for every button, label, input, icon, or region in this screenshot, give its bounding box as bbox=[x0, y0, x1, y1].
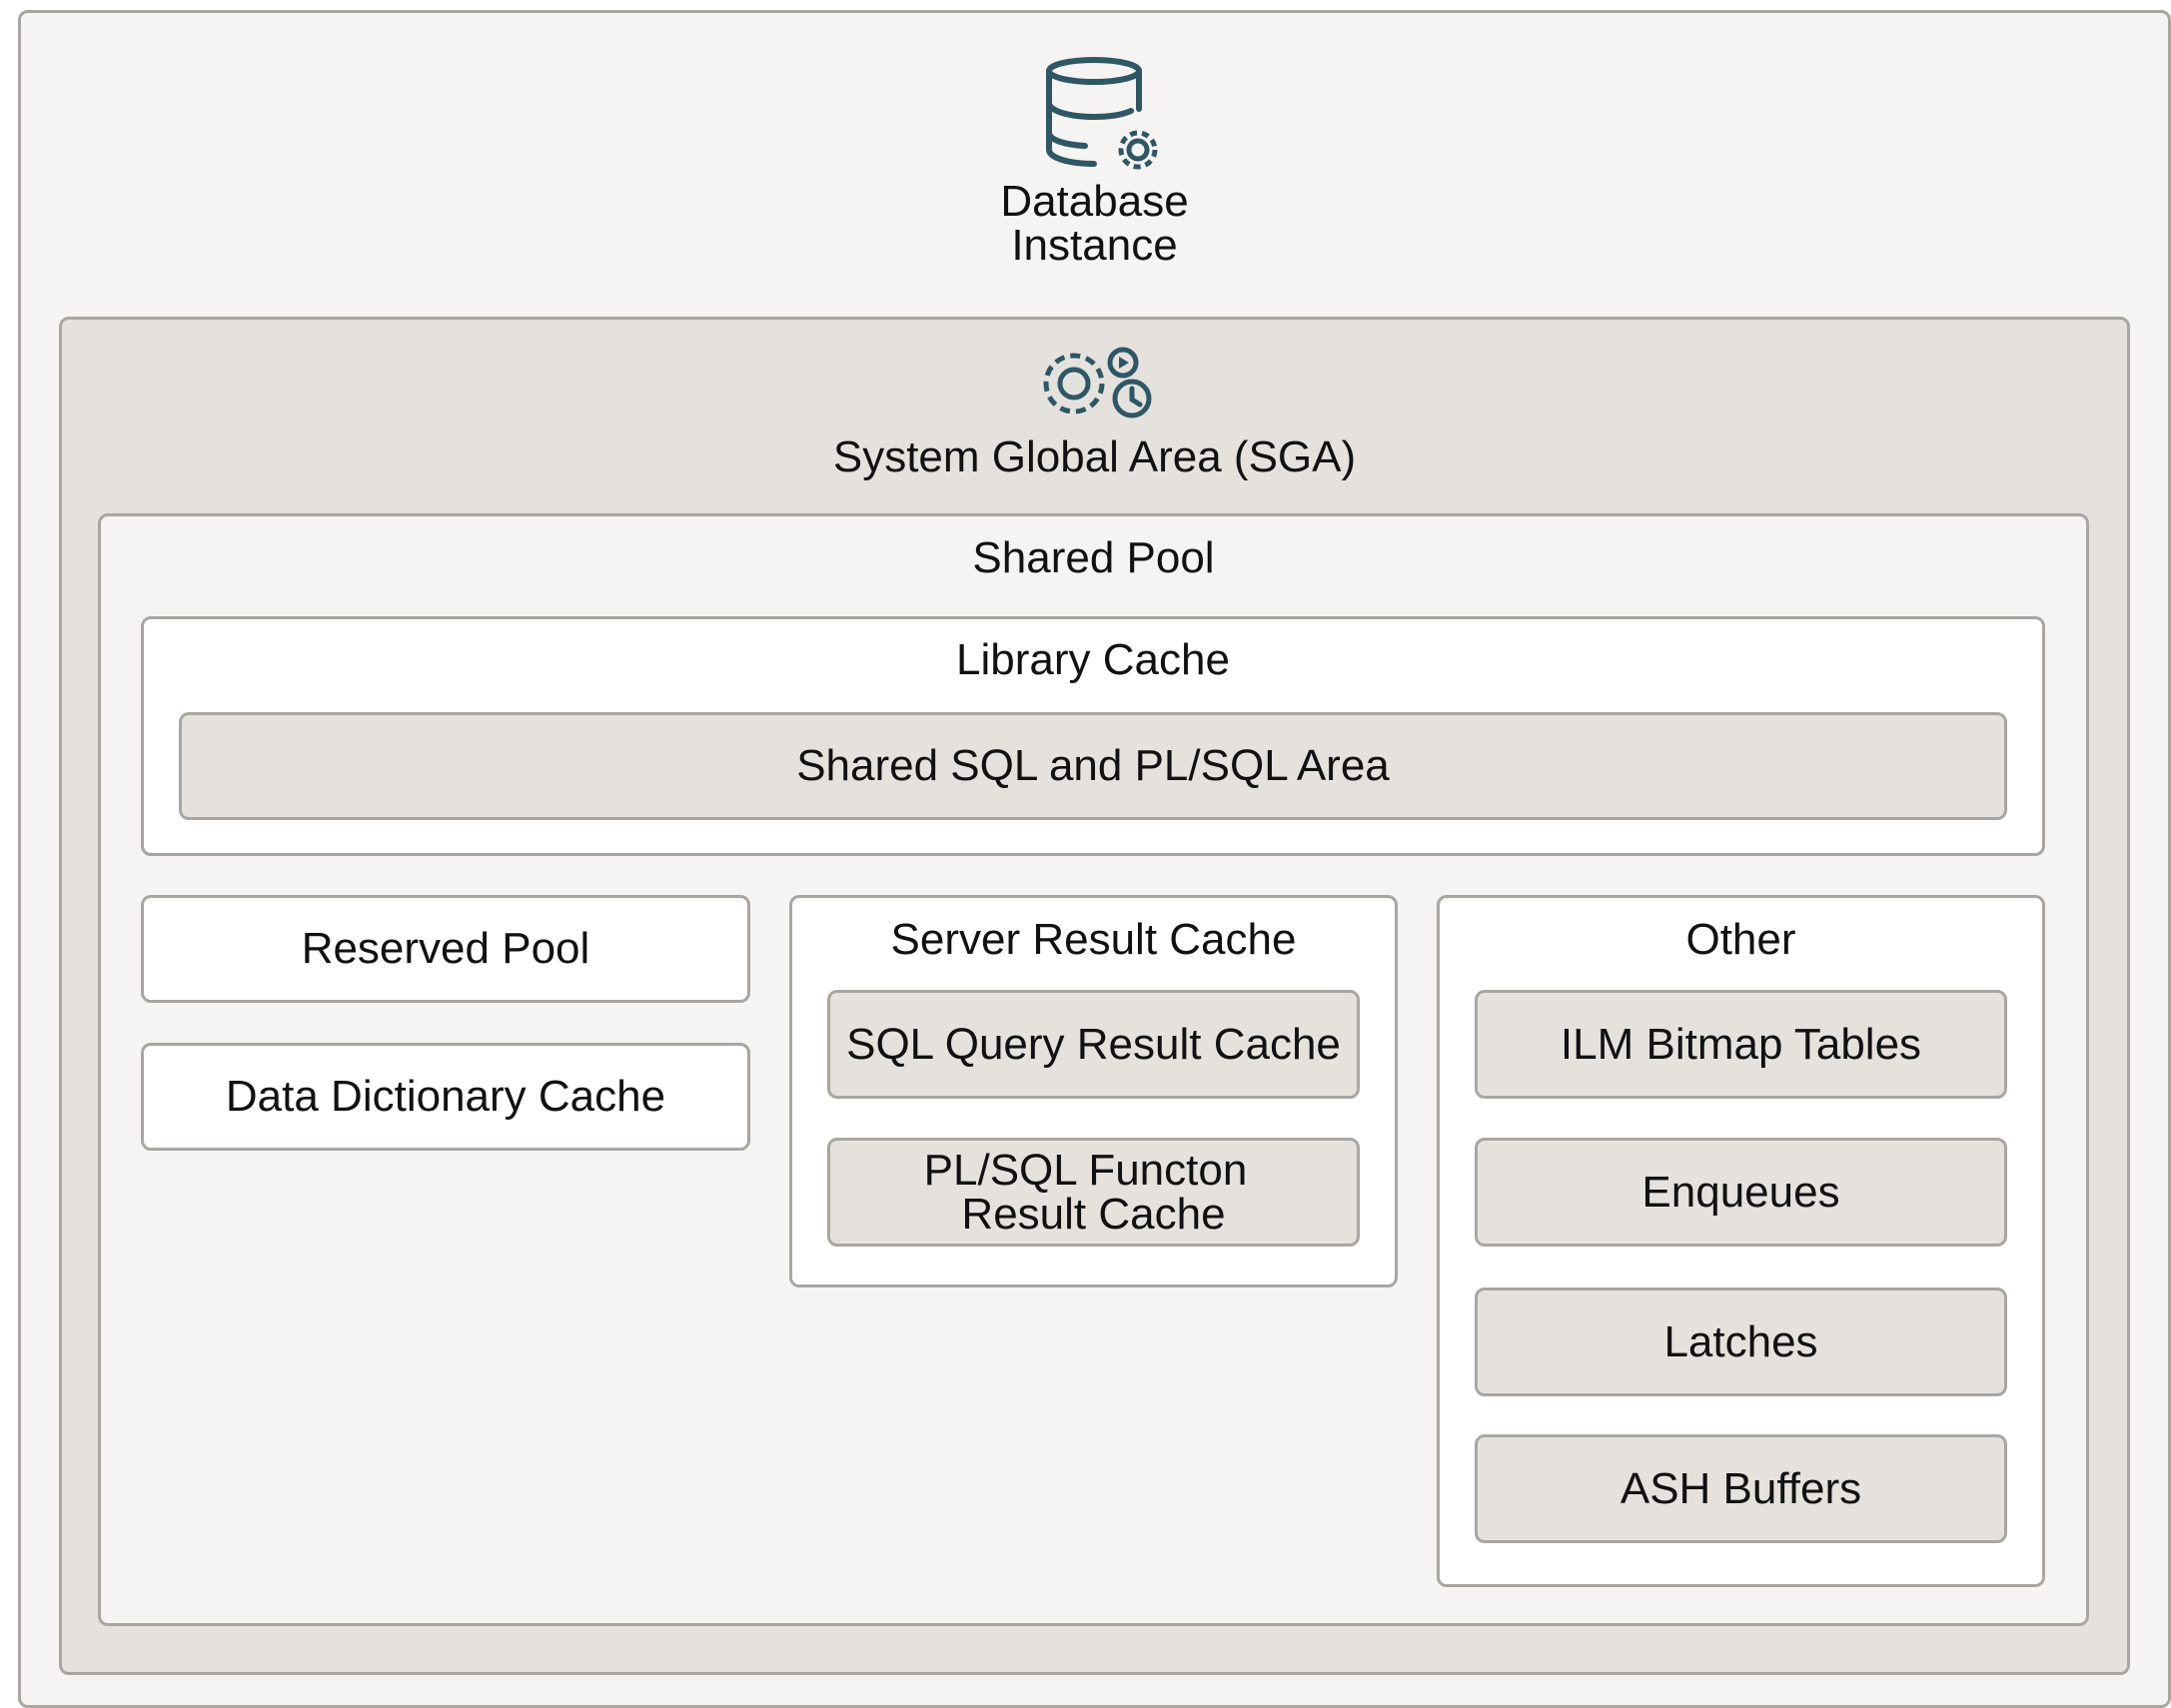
reserved-pool-label: Reserved Pool bbox=[301, 924, 590, 973]
other-title: Other bbox=[1685, 915, 1796, 964]
sql-query-result-cache-box: SQL Query Result Cache bbox=[827, 990, 1360, 1099]
sql-query-result-cache-label: SQL Query Result Cache bbox=[846, 1019, 1341, 1069]
database-gear-icon bbox=[1046, 57, 1158, 170]
instance-title-line2: Instance bbox=[1011, 221, 1178, 270]
sga-title: System Global Area (SGA) bbox=[832, 432, 1357, 481]
reserved-pool-box: Reserved Pool bbox=[141, 895, 750, 1003]
data-dictionary-cache-label: Data Dictionary Cache bbox=[225, 1072, 666, 1121]
other-item-label: ASH Buffers bbox=[1620, 1463, 1862, 1513]
other-item-enqueues: Enqueues bbox=[1475, 1138, 2007, 1247]
other-item-label: Latches bbox=[1663, 1316, 1818, 1366]
library-cache-title: Library Cache bbox=[956, 635, 1230, 684]
instance-title-line1: Database bbox=[1000, 177, 1189, 226]
other-item-label: Enqueues bbox=[1641, 1167, 1840, 1217]
shared-sql-area-box: Shared SQL and PL/SQL Area bbox=[179, 712, 2007, 820]
plsql-function-result-cache-line1: PL/SQL Functon bbox=[923, 1145, 1248, 1195]
other-item-ilm-bitmap-tables: ILM Bitmap Tables bbox=[1475, 990, 2007, 1099]
shared-pool-title: Shared Pool bbox=[972, 533, 1215, 582]
shared-sql-area-label: Shared SQL and PL/SQL Area bbox=[796, 741, 1390, 790]
data-dictionary-cache-box: Data Dictionary Cache bbox=[141, 1043, 750, 1151]
other-item-ash-buffers: ASH Buffers bbox=[1475, 1434, 2007, 1543]
other-item-label: ILM Bitmap Tables bbox=[1560, 1019, 1922, 1069]
other-item-latches: Latches bbox=[1475, 1287, 2007, 1396]
gears-clock-icon bbox=[1043, 347, 1152, 419]
server-result-cache-title: Server Result Cache bbox=[890, 915, 1297, 964]
plsql-function-result-cache-line2: Result Cache bbox=[961, 1189, 1226, 1239]
plsql-function-result-cache-box: PL/SQL Functon Result Cache bbox=[827, 1138, 1360, 1247]
